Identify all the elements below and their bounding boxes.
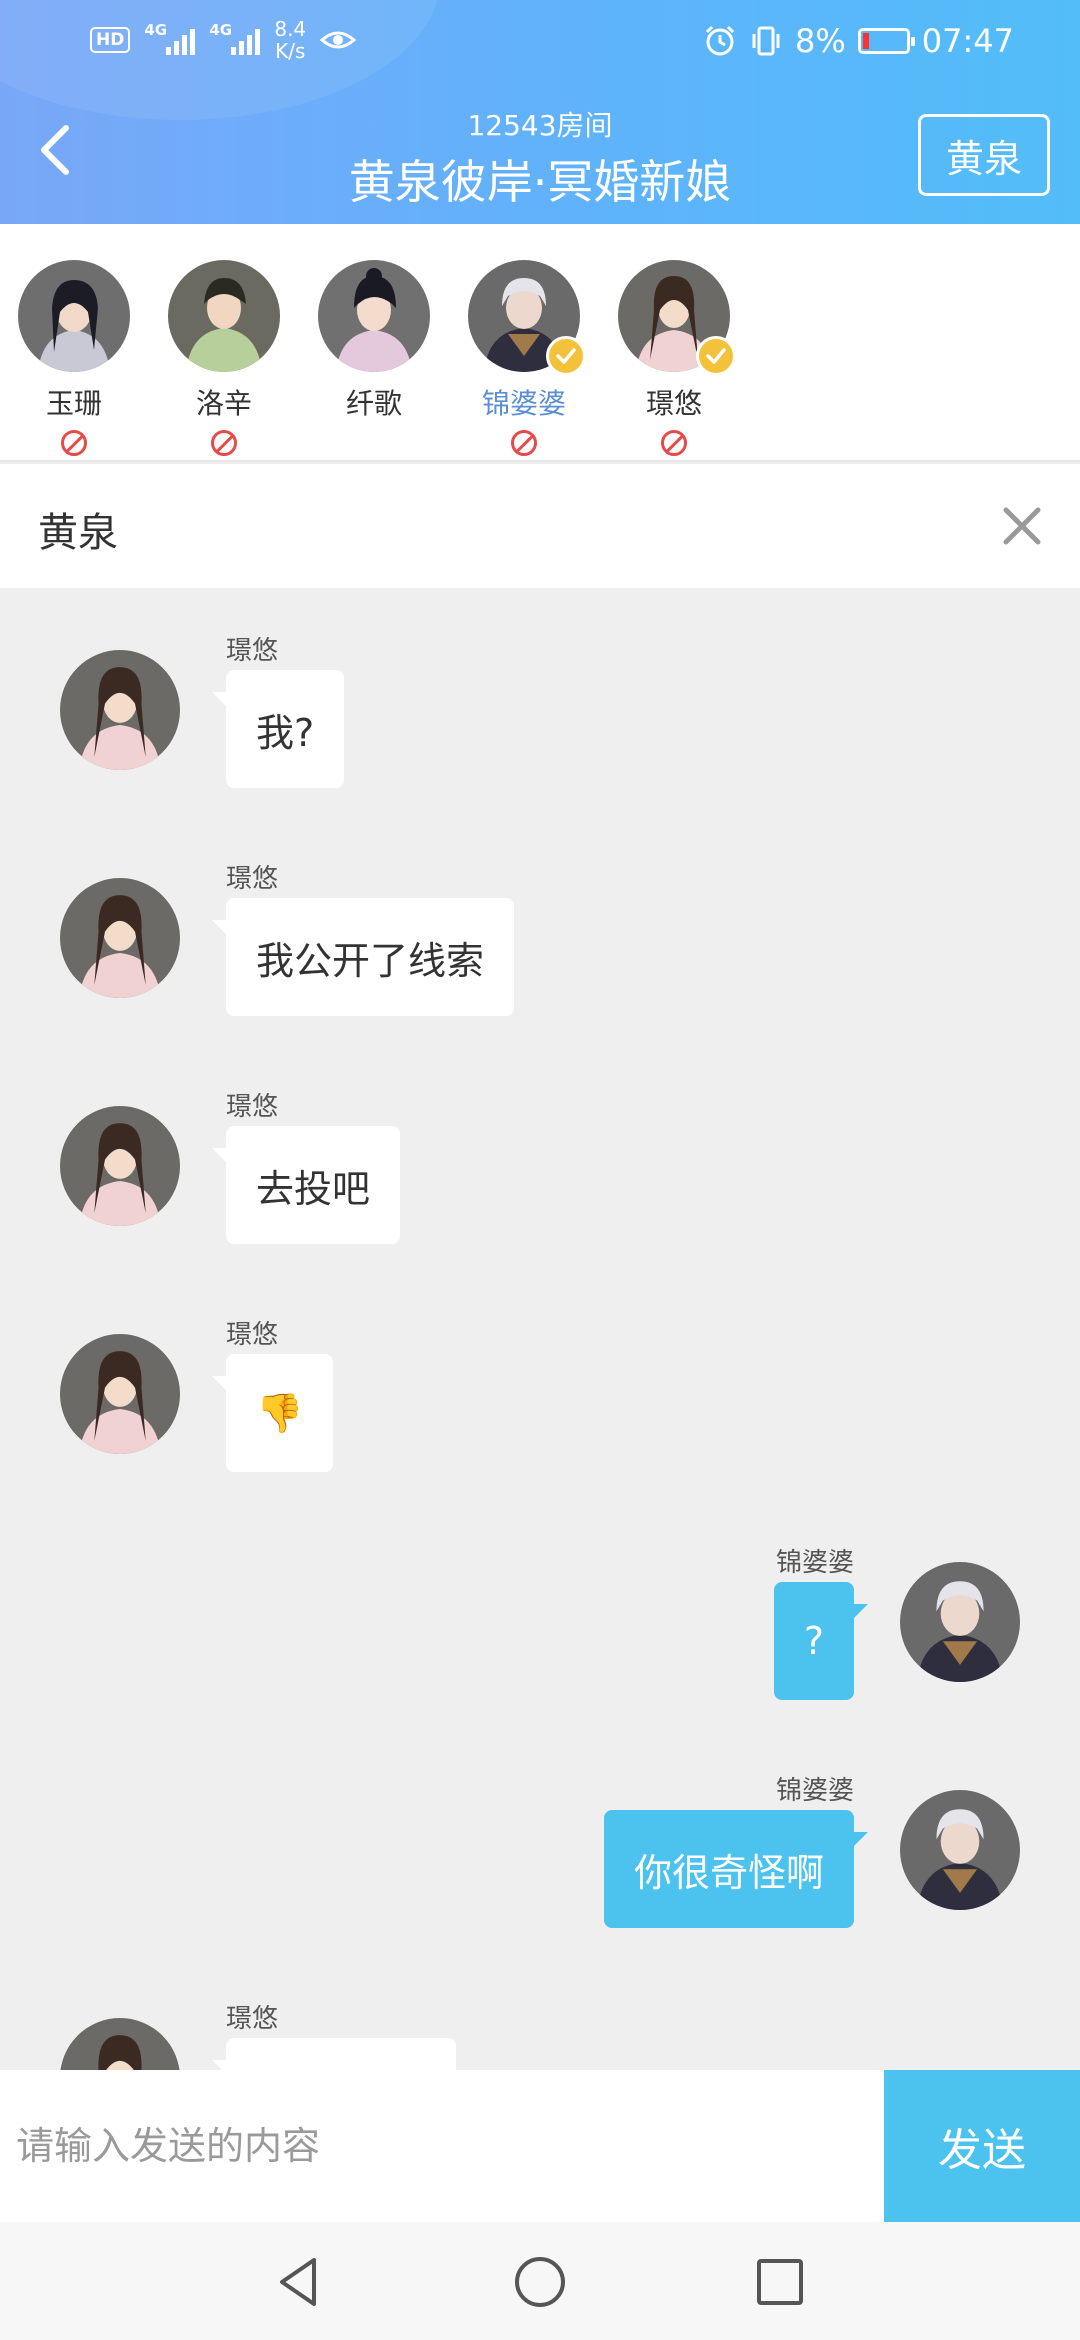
- message-bubble[interactable]: [212, 2038, 456, 2070]
- close-icon[interactable]: [994, 498, 1050, 554]
- alarm-icon: [705, 25, 735, 56]
- avatar[interactable]: [60, 1334, 180, 1454]
- speed-value: 8.4: [274, 17, 307, 41]
- sender-name: 璟悠: [226, 636, 279, 666]
- battery-icon: [857, 28, 915, 54]
- send-button[interactable]: 发送: [884, 2070, 1080, 2222]
- avatar[interactable]: [900, 1790, 1020, 1910]
- player-item[interactable]: 璟悠: [614, 260, 736, 456]
- app-header: HD 4G 4G 8.4 K/s 8% 07:47 12543房间 黄泉彼岸·冥…: [0, 0, 1080, 224]
- avatar[interactable]: [60, 650, 180, 770]
- player-list: 玉珊 洛辛 纤歌 锦婆婆 璟悠: [0, 224, 1080, 462]
- signal-icon-1: 4G: [144, 21, 196, 55]
- sender-name: 锦婆婆: [775, 1776, 854, 1806]
- avatar[interactable]: [60, 878, 180, 998]
- ban-icon: [211, 430, 237, 456]
- ban-icon: [61, 430, 87, 456]
- vibrate-icon: [752, 26, 780, 56]
- player-item[interactable]: 玉珊: [14, 260, 134, 456]
- clock: 07:47: [921, 22, 1014, 60]
- nav-recents-icon[interactable]: [750, 2252, 810, 2312]
- network-type-label: 4G: [209, 21, 233, 39]
- avatar: [168, 260, 280, 372]
- nav-home-icon[interactable]: [510, 2252, 570, 2312]
- network-speed: 8.4 K/s: [274, 18, 306, 62]
- player-name: 玉珊: [45, 387, 102, 420]
- checkmark-icon: [696, 336, 736, 376]
- player-name: 锦婆婆: [481, 387, 566, 420]
- ban-icon: [511, 430, 537, 456]
- status-bar: HD 4G 4G 8.4 K/s 8% 07:47: [0, 0, 1080, 84]
- player-item[interactable]: 洛辛: [164, 260, 284, 456]
- avatar: [18, 260, 130, 372]
- avatar[interactable]: [60, 2018, 180, 2070]
- player-item[interactable]: 锦婆婆: [464, 260, 586, 456]
- avatar: [318, 260, 430, 372]
- signal-icon-2: 4G: [209, 21, 261, 55]
- checkmark-icon: [546, 336, 586, 376]
- avatar: [618, 260, 736, 376]
- message-bubble[interactable]: ?: [773, 1582, 869, 1700]
- avatar: [468, 260, 586, 376]
- sender-name: 璟悠: [226, 1092, 279, 1122]
- message-bubble[interactable]: 我?: [211, 670, 345, 788]
- sender-name: 璟悠: [226, 2004, 279, 2034]
- role-button[interactable]: 黄泉: [918, 114, 1050, 196]
- message-bubble[interactable]: 去投吧: [211, 1126, 401, 1244]
- sender-name: 锦婆婆: [775, 1548, 854, 1578]
- hd-badge: HD: [90, 27, 131, 53]
- status-left: HD 4G 4G 8.4 K/s: [90, 18, 357, 62]
- battery-percent: 8%: [795, 22, 846, 60]
- sender-name: 璟悠: [226, 1320, 279, 1350]
- eye-icon: [320, 31, 357, 49]
- speed-unit: K/s: [275, 39, 306, 63]
- message-bubble[interactable]: 👎: [211, 1354, 334, 1472]
- composer: 发送: [0, 2070, 1080, 2222]
- message-bubble[interactable]: 我公开了线索: [211, 898, 515, 1016]
- channel-name: 黄泉: [38, 510, 118, 556]
- player-name: 纤歌: [345, 387, 402, 420]
- player-name: 璟悠: [645, 387, 702, 420]
- avatar[interactable]: [60, 1106, 180, 1226]
- message-list: 璟悠 我? 璟悠 我公开了线索 璟悠 去投吧 璟悠 👎 锦婆婆 ? 锦婆婆 你很…: [0, 588, 1080, 2070]
- ban-icon: [661, 430, 687, 456]
- player-name: 洛辛: [195, 387, 252, 420]
- channel-bar: 黄泉: [0, 464, 1080, 588]
- network-type-label: 4G: [144, 21, 168, 39]
- player-item[interactable]: 纤歌: [314, 260, 434, 422]
- message-bubble[interactable]: 你很奇怪啊: [603, 1810, 869, 1928]
- sender-name: 璟悠: [226, 864, 279, 894]
- nav-back-icon[interactable]: [270, 2252, 330, 2312]
- message-input[interactable]: [0, 2070, 884, 2222]
- status-right: 8% 07:47: [703, 22, 1014, 60]
- avatar[interactable]: [900, 1562, 1020, 1682]
- system-navigation-bar: [0, 2222, 1080, 2340]
